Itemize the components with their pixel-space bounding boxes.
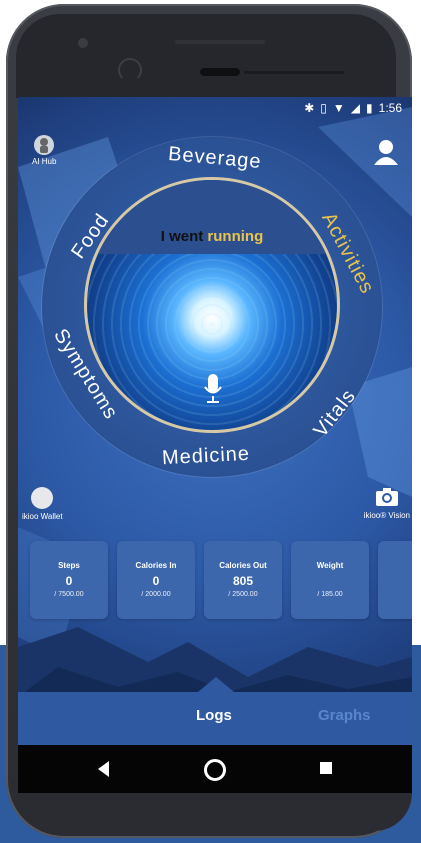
status-bar: ✱ ▯ ▼ ◢ ▮ 1:56 bbox=[304, 101, 402, 115]
voice-prompt: I went running bbox=[87, 228, 337, 245]
card-value: 0 bbox=[65, 574, 73, 588]
vision-label: ikioo® Vision bbox=[363, 511, 410, 520]
card-goal: / 2500.00 bbox=[228, 591, 258, 598]
app-screen: ✱ ▯ ▼ ◢ ▮ 1:56 AI Hub I went running Bev… bbox=[18, 97, 412, 745]
card-title: Calories In bbox=[135, 561, 177, 570]
vision-shortcut[interactable]: ikioo® Vision bbox=[364, 487, 410, 520]
recents-icon[interactable] bbox=[320, 762, 332, 774]
tab-indicator bbox=[198, 677, 234, 692]
speaker-grille bbox=[175, 40, 265, 44]
system-nav-bar bbox=[18, 745, 412, 793]
prompt-highlight: running bbox=[207, 228, 264, 245]
card-goal: / 185.00 bbox=[317, 591, 343, 598]
metric-cards: Steps 0 / 7500.00 Calories In 0 / 2000.0… bbox=[30, 541, 412, 627]
earpiece bbox=[200, 68, 240, 76]
bluetooth-icon: ✱ bbox=[304, 101, 315, 115]
wallet-icon bbox=[31, 487, 54, 509]
status-time: 1:56 bbox=[378, 101, 402, 115]
card-title: Calories Out bbox=[219, 561, 267, 570]
tab-graphs[interactable]: Graphs bbox=[318, 707, 371, 724]
wallet-label: ikioo Wallet bbox=[22, 512, 63, 521]
metric-card-partial[interactable] bbox=[378, 541, 412, 619]
phone-chin bbox=[18, 793, 412, 831]
card-goal: / 2000.00 bbox=[141, 591, 171, 598]
camera-icon bbox=[375, 488, 398, 506]
microphone-icon[interactable] bbox=[204, 374, 222, 404]
metric-card-weight[interactable]: Weight / 185.00 bbox=[291, 541, 369, 619]
card-title: Steps bbox=[58, 561, 80, 570]
card-value: 0 bbox=[152, 574, 160, 588]
front-camera bbox=[78, 38, 88, 48]
user-icon bbox=[374, 140, 398, 165]
bezel-line bbox=[244, 71, 344, 74]
user-profile-button[interactable] bbox=[374, 139, 398, 170]
phone-top-bezel bbox=[16, 14, 396, 98]
metric-card-calories-out[interactable]: Calories Out 805 / 2500.00 bbox=[204, 541, 282, 619]
light-tunnel bbox=[87, 254, 337, 430]
signal-icon: ◢ bbox=[350, 101, 361, 115]
wallet-shortcut[interactable]: ikioo Wallet bbox=[22, 487, 63, 521]
battery-icon: ▮ bbox=[366, 101, 373, 115]
metric-card-steps[interactable]: Steps 0 / 7500.00 bbox=[30, 541, 108, 619]
card-value: 805 bbox=[232, 574, 254, 588]
card-title: Weight bbox=[316, 561, 344, 570]
ai-hub-icon bbox=[34, 135, 55, 155]
bottom-tab-bar: Logs Graphs bbox=[18, 692, 412, 745]
proximity-sensor bbox=[118, 58, 142, 82]
back-icon[interactable] bbox=[98, 761, 109, 777]
card-goal: / 7500.00 bbox=[54, 591, 84, 598]
metric-card-calories-in[interactable]: Calories In 0 / 2000.00 bbox=[117, 541, 195, 619]
ai-hub-label: AI Hub bbox=[32, 157, 57, 166]
home-icon[interactable] bbox=[204, 759, 226, 781]
wheel-label-medicine[interactable]: Medicine bbox=[161, 443, 250, 471]
card-value bbox=[291, 574, 369, 588]
vibrate-icon: ▯ bbox=[320, 101, 327, 115]
prompt-prefix: I went bbox=[160, 228, 204, 245]
tab-logs[interactable]: Logs bbox=[196, 707, 232, 724]
wifi-icon: ▼ bbox=[332, 101, 345, 115]
voice-input-orb[interactable]: I went running bbox=[84, 177, 340, 433]
ai-hub-button[interactable]: AI Hub bbox=[32, 135, 56, 166]
